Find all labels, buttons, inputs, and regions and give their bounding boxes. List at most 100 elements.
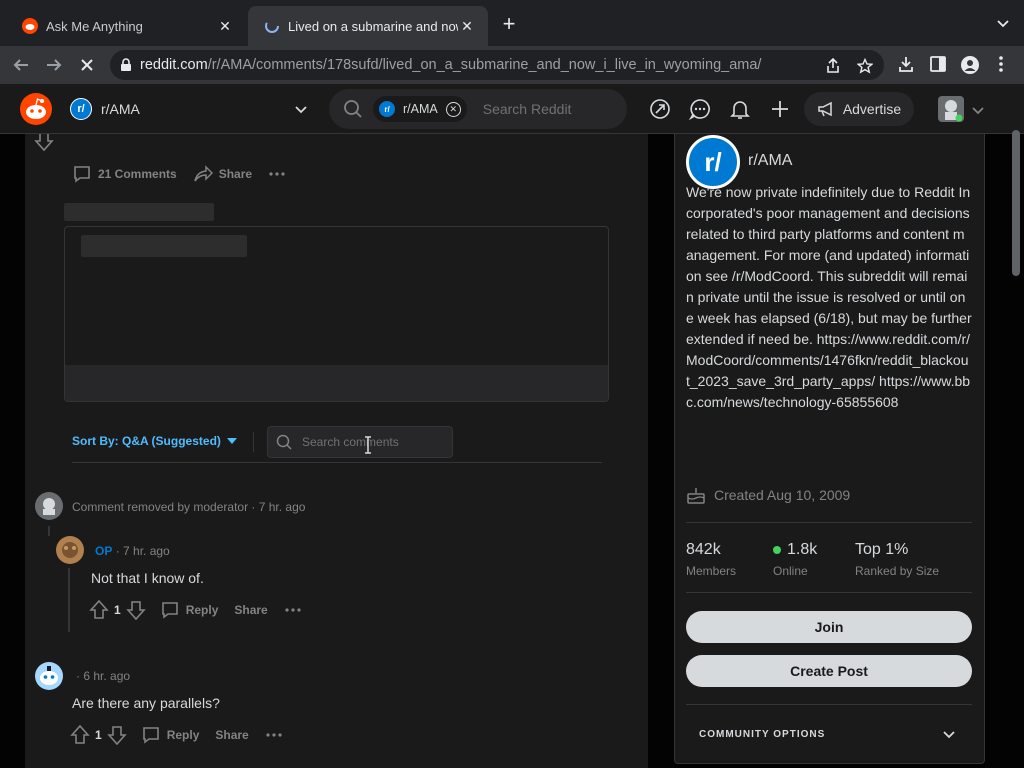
downvote-icon[interactable]: [125, 600, 146, 620]
op-badge[interactable]: OP: [95, 544, 112, 558]
create-plus-icon[interactable]: [769, 98, 791, 120]
close-tab-icon[interactable]: ✕: [216, 17, 234, 35]
address-bar[interactable]: reddit.com/r/AMA/comments/178sufd/lived_…: [110, 50, 884, 80]
upvote-icon[interactable]: [89, 600, 109, 620]
members-count: 842k: [686, 541, 721, 558]
reddit-search-input[interactable]: r/ r/AMA ✕ Search Reddit: [329, 89, 627, 129]
share-label: Share: [234, 603, 268, 617]
sort-dropdown[interactable]: Sort By: Q&A (Suggested): [72, 434, 237, 448]
lock-icon[interactable]: [120, 58, 132, 72]
new-tab-icon[interactable]: +: [498, 13, 520, 36]
share-label: Share: [218, 167, 253, 181]
reply-label: Reply: [185, 603, 219, 617]
chat-icon[interactable]: [689, 98, 711, 120]
page-scrollbar[interactable]: [1012, 130, 1020, 276]
advertise-button[interactable]: Advertise: [804, 92, 914, 126]
comment-search-placeholder: Search comments: [302, 435, 399, 449]
comment-editor[interactable]: [64, 226, 609, 402]
url-path: /r/AMA/comments/178sufd/lived_on_a_subma…: [207, 57, 762, 73]
side-panel-icon[interactable]: [929, 55, 947, 73]
stop-loading-icon[interactable]: [76, 54, 98, 76]
thread-line[interactable]: [68, 568, 70, 632]
popular-arrow-icon[interactable]: [649, 98, 671, 120]
bookmark-star-icon[interactable]: [857, 58, 873, 74]
members-label: Members: [686, 564, 737, 578]
download-icon[interactable]: [897, 55, 915, 73]
online-count: 1.8k: [787, 541, 818, 558]
more-options-icon[interactable]: [265, 732, 283, 738]
share-arrow-icon: [193, 164, 213, 184]
more-options-icon[interactable]: [284, 607, 302, 613]
comment-bubble-icon: [160, 600, 180, 620]
browser-tab-submarine-ama[interactable]: Lived on a submarine and now i live in w…: [248, 6, 488, 46]
sort-label: Sort By: Q&A (Suggested): [72, 434, 221, 448]
tab-title: Ask Me Anything: [46, 18, 143, 34]
user-avatar[interactable]: [938, 96, 964, 122]
loading-skeleton: [81, 235, 247, 257]
search-community-chip[interactable]: r/ r/AMA ✕: [373, 96, 467, 122]
reply-button[interactable]: Reply: [141, 725, 200, 745]
clear-chip-icon[interactable]: ✕: [445, 101, 461, 117]
join-button[interactable]: Join: [686, 611, 972, 643]
upvote-icon[interactable]: [70, 725, 90, 745]
forward-arrow-icon[interactable]: [43, 54, 65, 76]
comment-time: · 6 hr. ago: [76, 669, 131, 683]
avatar[interactable]: [35, 492, 63, 520]
chevron-down-icon: [294, 102, 308, 116]
comment-body: Not that I know of.: [91, 570, 204, 586]
reddit-logo-icon[interactable]: [20, 93, 52, 125]
comment-meta: OP · 7 hr. ago: [95, 544, 170, 558]
close-tab-icon[interactable]: ✕: [458, 17, 476, 35]
created-date: Created Aug 10, 2009: [686, 486, 850, 504]
back-arrow-icon[interactable]: [10, 54, 32, 76]
tab-search-chevron-icon[interactable]: [996, 16, 1010, 30]
reddit-favicon-icon: [22, 18, 38, 34]
share-button[interactable]: Share: [234, 603, 267, 617]
divider: [686, 592, 972, 593]
vote-count: 1: [95, 728, 102, 742]
share-button[interactable]: Share: [215, 728, 248, 742]
comment-body: Are there any parallels?: [72, 695, 220, 711]
avatar[interactable]: [56, 536, 84, 564]
comments-button[interactable]: 21 Comments: [72, 164, 177, 184]
reply-label: Reply: [166, 728, 200, 742]
browser-menu-icon[interactable]: [998, 55, 1004, 73]
comment-bubble-icon: [72, 164, 92, 184]
page-gutter: [0, 134, 25, 768]
community-logo-icon: r/: [70, 98, 92, 120]
community-title[interactable]: r/AMA: [748, 152, 792, 170]
avatar[interactable]: [35, 662, 63, 690]
profile-icon[interactable]: [960, 55, 980, 75]
browser-tab-bar: Ask Me Anything ✕ Lived on a submarine a…: [0, 0, 1024, 46]
online-stat: 1.8k Online: [773, 541, 817, 578]
search-icon: [276, 434, 292, 450]
text-cursor-icon: [363, 436, 373, 454]
share-icon[interactable]: [826, 58, 840, 74]
comment-meta: Comment removed by moderator · 7 hr. ago: [72, 500, 306, 514]
post-downvote-icon[interactable]: [34, 134, 54, 152]
editor-toolbar: [65, 365, 608, 401]
community-logo-icon[interactable]: r/: [686, 135, 740, 189]
share-label: Share: [215, 728, 249, 742]
browser-toolbar: reddit.com/r/AMA/comments/178sufd/lived_…: [0, 46, 1024, 84]
browser-tab-ask-me-anything[interactable]: Ask Me Anything ✕: [6, 6, 246, 46]
comment-search-input[interactable]: Search comments: [267, 426, 453, 458]
comment-time: · 7 hr. ago: [115, 544, 170, 558]
community-description: We're now private indefinitely due to Re…: [686, 184, 972, 410]
divider: [253, 432, 254, 452]
community-options-toggle[interactable]: COMMUNITY OPTIONS: [699, 729, 825, 740]
thread-line[interactable]: [48, 526, 50, 536]
user-menu-chevron-icon[interactable]: [971, 103, 985, 117]
reply-button[interactable]: Reply: [160, 600, 219, 620]
share-button[interactable]: Share: [193, 164, 252, 184]
more-options-icon[interactable]: [268, 171, 286, 177]
community-selector[interactable]: r/ r/AMA: [66, 92, 308, 126]
comment-actions: 1 Reply Share: [89, 600, 318, 620]
online-dot-icon: [773, 546, 781, 554]
loading-favicon-icon: [264, 18, 280, 34]
caret-down-icon: [226, 438, 237, 444]
create-post-button[interactable]: Create Post: [686, 655, 972, 687]
downvote-icon[interactable]: [106, 725, 127, 745]
chevron-down-icon[interactable]: [941, 728, 957, 742]
notification-bell-icon[interactable]: [729, 98, 751, 120]
